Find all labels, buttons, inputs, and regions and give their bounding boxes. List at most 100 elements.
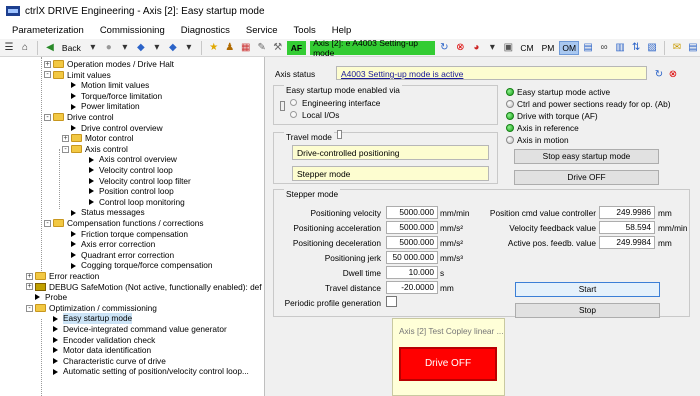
tree-folder[interactable]: - Optimization / commissioning bbox=[26, 303, 157, 314]
tree-item[interactable]: Power limitation bbox=[71, 101, 140, 112]
positioning-jerk-field[interactable]: 50 000.000 bbox=[386, 251, 438, 264]
list-icon[interactable]: ☰ bbox=[2, 41, 16, 55]
stop-icon[interactable]: ⊗ bbox=[666, 67, 680, 81]
nav-dropdown2-icon[interactable]: ▾ bbox=[182, 41, 196, 55]
positioning-velocity-field[interactable]: 5000.000 bbox=[386, 206, 438, 219]
pm-button[interactable]: PM bbox=[539, 43, 558, 53]
transfer-icon[interactable]: ⇅ bbox=[629, 41, 643, 55]
tree-item[interactable]: Torque/force limitation bbox=[71, 91, 162, 102]
nav-blue-arrow2-icon[interactable]: ◆ bbox=[166, 41, 180, 55]
tree-item[interactable]: Velocity control loop filter bbox=[89, 176, 191, 187]
back-arrow-icon[interactable]: ◀ bbox=[43, 41, 57, 55]
drive-off-button[interactable]: Drive OFF bbox=[514, 170, 659, 185]
tree-item[interactable]: Axis control overview bbox=[89, 154, 177, 165]
edit-icon[interactable]: ✎ bbox=[255, 41, 269, 55]
periodic-checkbox[interactable] bbox=[386, 296, 397, 307]
dwell-time-field[interactable]: 10.000 bbox=[386, 266, 438, 279]
cm-button[interactable]: CM bbox=[517, 43, 536, 53]
positioning-acceleration-field[interactable]: 5000.000 bbox=[386, 221, 438, 234]
menu-commissioning[interactable]: Commissioning bbox=[92, 25, 173, 36]
menu-diagnostics[interactable]: Diagnostics bbox=[173, 25, 238, 36]
om-button[interactable]: OM bbox=[559, 40, 580, 55]
tree-folder[interactable]: + Operation modes / Drive Halt bbox=[44, 59, 174, 70]
radio-engineering-interface[interactable] bbox=[290, 99, 297, 106]
drive-icon[interactable]: ▣ bbox=[501, 41, 515, 55]
tree-item[interactable]: Status messages bbox=[71, 207, 145, 218]
tools-icon[interactable]: ⚒ bbox=[271, 41, 285, 55]
slider-handle-icon[interactable] bbox=[280, 101, 285, 111]
tree-item[interactable]: Device-integrated command value generato… bbox=[53, 324, 227, 335]
tree-item[interactable]: Control loop monitoring bbox=[89, 197, 185, 208]
tree-item[interactable]: Friction torque compensation bbox=[71, 229, 188, 240]
refresh-icon[interactable]: ↻ bbox=[652, 67, 666, 81]
tree-item[interactable]: Motor data identification bbox=[53, 345, 151, 356]
expand-icon[interactable]: + bbox=[26, 272, 33, 280]
tree-item[interactable]: Motion limit values bbox=[71, 80, 149, 91]
collapse-icon[interactable]: - bbox=[44, 71, 51, 79]
forward-icon[interactable]: ● bbox=[102, 41, 116, 55]
stop-button[interactable]: Stop bbox=[515, 303, 660, 318]
person-icon[interactable]: ♟ bbox=[223, 41, 237, 55]
monitor-icon[interactable]: ▥ bbox=[613, 41, 627, 55]
star-icon[interactable]: ★ bbox=[207, 41, 221, 55]
tree-folder[interactable]: + Motor control bbox=[62, 133, 133, 144]
tree-item[interactable]: Probe bbox=[35, 292, 67, 303]
nav-dropdown-icon[interactable]: ▾ bbox=[150, 41, 164, 55]
collapse-icon[interactable]: - bbox=[44, 113, 51, 121]
travel-mode-drive-controlled[interactable]: Drive-controlled positioning bbox=[292, 145, 489, 160]
axis-status-selector[interactable]: Axis [2]: e A4003 Setting-up mode bbox=[310, 38, 436, 58]
refresh-icon[interactable]: ↻ bbox=[437, 41, 451, 55]
stop-icon[interactable]: ⊗ bbox=[453, 41, 467, 55]
tree-item[interactable]: Axis error correction bbox=[71, 239, 155, 250]
home-icon[interactable]: ⌂ bbox=[18, 41, 32, 55]
expand-icon[interactable]: + bbox=[44, 60, 51, 68]
menu-service[interactable]: Service bbox=[238, 25, 286, 36]
readout-label: Velocity feedback value bbox=[509, 223, 596, 233]
network-icon[interactable]: ▤ bbox=[581, 41, 595, 55]
menu-parameterization[interactable]: Parameterization bbox=[4, 25, 92, 36]
travel-distance-field[interactable]: -20.0000 bbox=[386, 281, 438, 294]
expand-icon[interactable]: + bbox=[26, 283, 33, 291]
tree-label: Drive control bbox=[67, 112, 114, 122]
notes-icon[interactable]: ▤ bbox=[686, 41, 700, 55]
color-circle-icon[interactable]: ◕ bbox=[469, 41, 483, 55]
nav-blue-arrow-icon[interactable]: ◆ bbox=[134, 41, 148, 55]
back-button[interactable]: Back bbox=[59, 43, 84, 53]
forward-dropdown-icon[interactable]: ▾ bbox=[118, 41, 132, 55]
dropdown-icon[interactable]: ▾ bbox=[485, 41, 499, 55]
start-button[interactable]: Start bbox=[515, 282, 660, 297]
radio-local-ios[interactable] bbox=[290, 111, 297, 118]
link-icon[interactable]: ∞ bbox=[597, 41, 611, 55]
positioning-deceleration-field[interactable]: 5000.000 bbox=[386, 236, 438, 249]
tree-folder[interactable]: + Error reaction bbox=[26, 271, 99, 282]
mail-icon[interactable]: ✉ bbox=[670, 41, 684, 55]
expand-icon[interactable]: + bbox=[62, 134, 69, 142]
tree-item[interactable]: Automatic setting of position/velocity c… bbox=[53, 366, 249, 377]
tree-item[interactable]: Position control loop bbox=[89, 186, 174, 197]
tree-item[interactable]: Characteristic curve of drive bbox=[53, 356, 166, 367]
popup-drive-off-button[interactable]: Drive OFF bbox=[399, 347, 497, 381]
back-dropdown-icon[interactable]: ▾ bbox=[86, 41, 100, 55]
tree-folder[interactable]: - Axis control bbox=[62, 144, 128, 155]
tree-item[interactable]: Encoder validation check bbox=[53, 335, 155, 346]
config-icon[interactable]: ▧ bbox=[645, 41, 659, 55]
tree-item[interactable]: Drive control overview bbox=[71, 123, 163, 134]
stop-easy-startup-button[interactable]: Stop easy startup mode bbox=[514, 149, 659, 164]
tree-item[interactable]: Cogging torque/force compensation bbox=[71, 260, 212, 271]
slider-handle-icon[interactable] bbox=[337, 130, 342, 139]
collapse-icon[interactable]: - bbox=[44, 219, 51, 227]
tree-folder[interactable]: - Limit values bbox=[44, 70, 111, 81]
tree-item[interactable]: Easy startup mode bbox=[53, 313, 133, 324]
af-badge[interactable]: AF bbox=[286, 40, 307, 55]
collapse-icon[interactable]: - bbox=[62, 145, 69, 153]
tree-item[interactable]: Velocity control loop bbox=[89, 165, 173, 176]
tree-folder[interactable]: - Compensation functions / corrections bbox=[44, 218, 204, 229]
menu-help[interactable]: Help bbox=[324, 25, 360, 36]
tree-item[interactable]: Quadrant error correction bbox=[71, 250, 174, 261]
menu-tools[interactable]: Tools bbox=[286, 25, 324, 36]
collapse-icon[interactable]: - bbox=[26, 304, 33, 312]
calendar-icon[interactable]: ▦ bbox=[239, 41, 253, 55]
travel-mode-stepper[interactable]: Stepper mode bbox=[292, 166, 489, 181]
tree-item[interactable]: + DEBUG SafeMotion (Not active, functiona… bbox=[26, 282, 262, 293]
tree-folder[interactable]: - Drive control bbox=[44, 112, 114, 123]
